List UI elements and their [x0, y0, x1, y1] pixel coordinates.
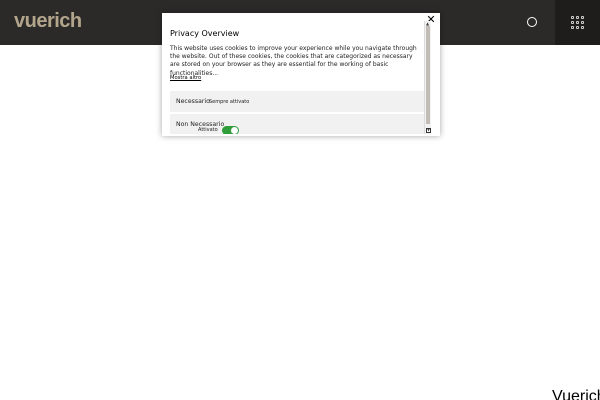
search-button[interactable]: [520, 10, 544, 34]
grid-menu-icon: [571, 16, 584, 29]
category-name: Necessario: [176, 98, 210, 105]
modal-description: This website uses cookies to improve you…: [170, 45, 417, 77]
modal-content: Privacy Overview This website uses cooki…: [162, 13, 430, 134]
privacy-modal: Privacy Overview This website uses cooki…: [162, 13, 440, 136]
show-more-link[interactable]: Mostra altro: [170, 75, 201, 81]
menu-button[interactable]: [555, 0, 600, 45]
toggle-label: Attivato: [198, 127, 218, 133]
search-icon: [527, 17, 537, 27]
scroll-down-arrow-icon[interactable]: ▼: [426, 128, 431, 133]
category-non-necessary[interactable]: Non Necessario Attivato: [170, 114, 424, 134]
scroll-thumb[interactable]: [426, 26, 430, 124]
category-status: Sempre attivato: [209, 99, 250, 105]
site-logo[interactable]: vuerich: [14, 10, 82, 33]
non-necessary-toggle[interactable]: [222, 126, 239, 134]
modal-title: Privacy Overview: [170, 29, 240, 38]
footer-brand-text: Vuerich: [552, 388, 600, 400]
modal-scrollbar[interactable]: ▲ ▼: [424, 21, 431, 134]
toggle-knob: [231, 127, 238, 134]
category-necessary[interactable]: Necessario Sempre attivato: [170, 91, 424, 112]
